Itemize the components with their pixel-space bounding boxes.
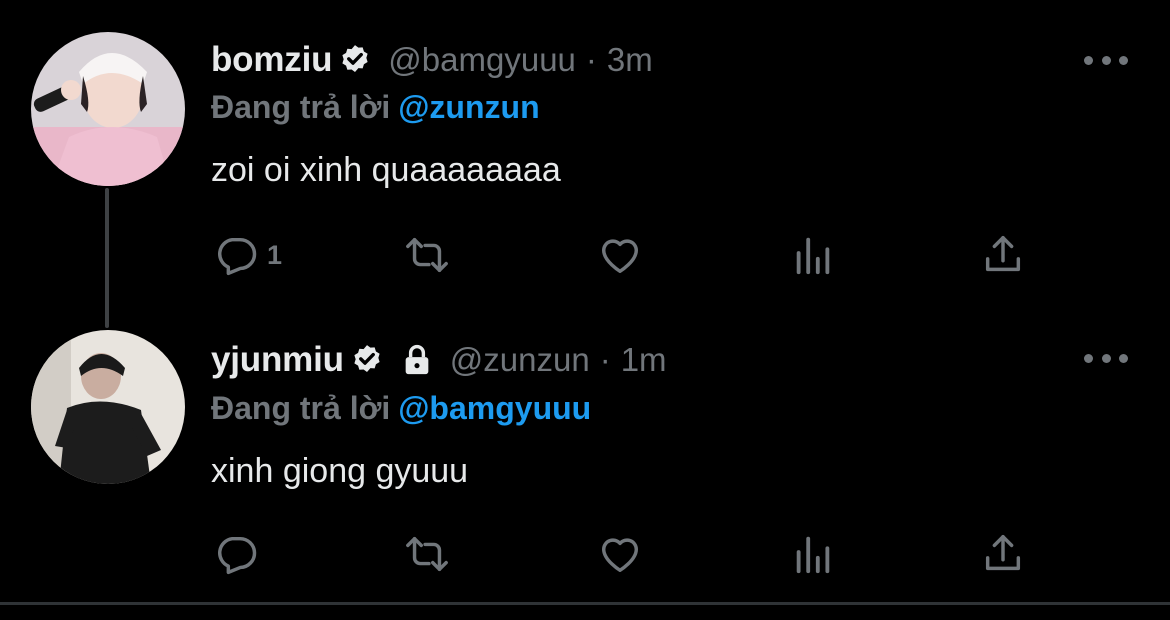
tweet[interactable]: bomziu @bamgyuuu · 3m Đang trả lời @zunzu… xyxy=(0,0,1170,300)
retweet-button[interactable] xyxy=(404,529,450,579)
verified-badge-icon xyxy=(342,45,368,73)
tweet-actions: 1 xyxy=(0,230,1170,280)
views-button[interactable] xyxy=(790,230,836,280)
avatar-photo xyxy=(31,330,185,484)
retweet-icon xyxy=(406,237,448,273)
more-dots-icon[interactable] xyxy=(1084,348,1128,368)
tweet[interactable]: yjunmiu @zunzun · 1m Đang trả lời @bamgyu… xyxy=(0,300,1170,602)
tweet-text: xinh giong gyuuu xyxy=(211,452,469,490)
reply-mention-link[interactable]: @bamgyuuu xyxy=(398,390,591,426)
share-button[interactable] xyxy=(980,230,1026,280)
retweet-icon xyxy=(406,536,448,572)
separator-dot: · xyxy=(585,41,597,78)
reply-mention-link[interactable]: @zunzun xyxy=(398,89,539,125)
display-name[interactable]: bomziu xyxy=(211,40,332,80)
like-button[interactable] xyxy=(597,230,643,280)
tweet-divider xyxy=(0,602,1170,605)
replying-to-label: Đang trả lời xyxy=(211,89,391,125)
avatar[interactable] xyxy=(31,330,185,484)
replying-to-line: Đang trả lời @bamgyuuu xyxy=(211,390,591,427)
separator-dot: · xyxy=(599,341,611,378)
speech-bubble-icon xyxy=(218,237,257,276)
like-button[interactable] xyxy=(597,529,643,579)
verified-badge-icon xyxy=(354,345,380,373)
views-button[interactable] xyxy=(790,529,836,579)
display-name[interactable]: yjunmiu xyxy=(211,340,344,380)
tweet-header: bomziu @bamgyuuu · 3m xyxy=(211,32,653,88)
timestamp[interactable]: 3m xyxy=(607,41,653,79)
replying-to-line: Đang trả lời @zunzun xyxy=(211,89,540,126)
speech-bubble-icon xyxy=(218,536,257,575)
user-handle[interactable]: @bamgyuuu xyxy=(388,41,576,79)
bar-chart-icon xyxy=(796,536,830,574)
heart-icon xyxy=(601,239,639,274)
share-icon xyxy=(985,236,1021,272)
heart-icon xyxy=(601,538,639,573)
reply-button[interactable]: 1 xyxy=(213,230,282,280)
replying-to-label: Đang trả lời xyxy=(211,390,391,426)
lock-icon xyxy=(405,344,429,375)
more-dots-icon[interactable] xyxy=(1084,50,1128,70)
reply-button[interactable] xyxy=(213,529,267,579)
share-icon xyxy=(985,535,1021,571)
timestamp[interactable]: 1m xyxy=(621,341,667,379)
tweet-text: zoi oi xinh quaaaaaaaa xyxy=(211,151,561,189)
share-button[interactable] xyxy=(980,529,1026,579)
tweet-actions xyxy=(0,529,1170,579)
bar-chart-icon xyxy=(796,237,830,275)
retweet-button[interactable] xyxy=(404,230,450,280)
avatar[interactable] xyxy=(31,32,185,186)
avatar-photo xyxy=(31,32,185,186)
reply-count: 1 xyxy=(267,239,283,270)
user-handle[interactable]: @zunzun xyxy=(450,341,590,379)
tweet-header: yjunmiu @zunzun · 1m xyxy=(211,332,667,388)
